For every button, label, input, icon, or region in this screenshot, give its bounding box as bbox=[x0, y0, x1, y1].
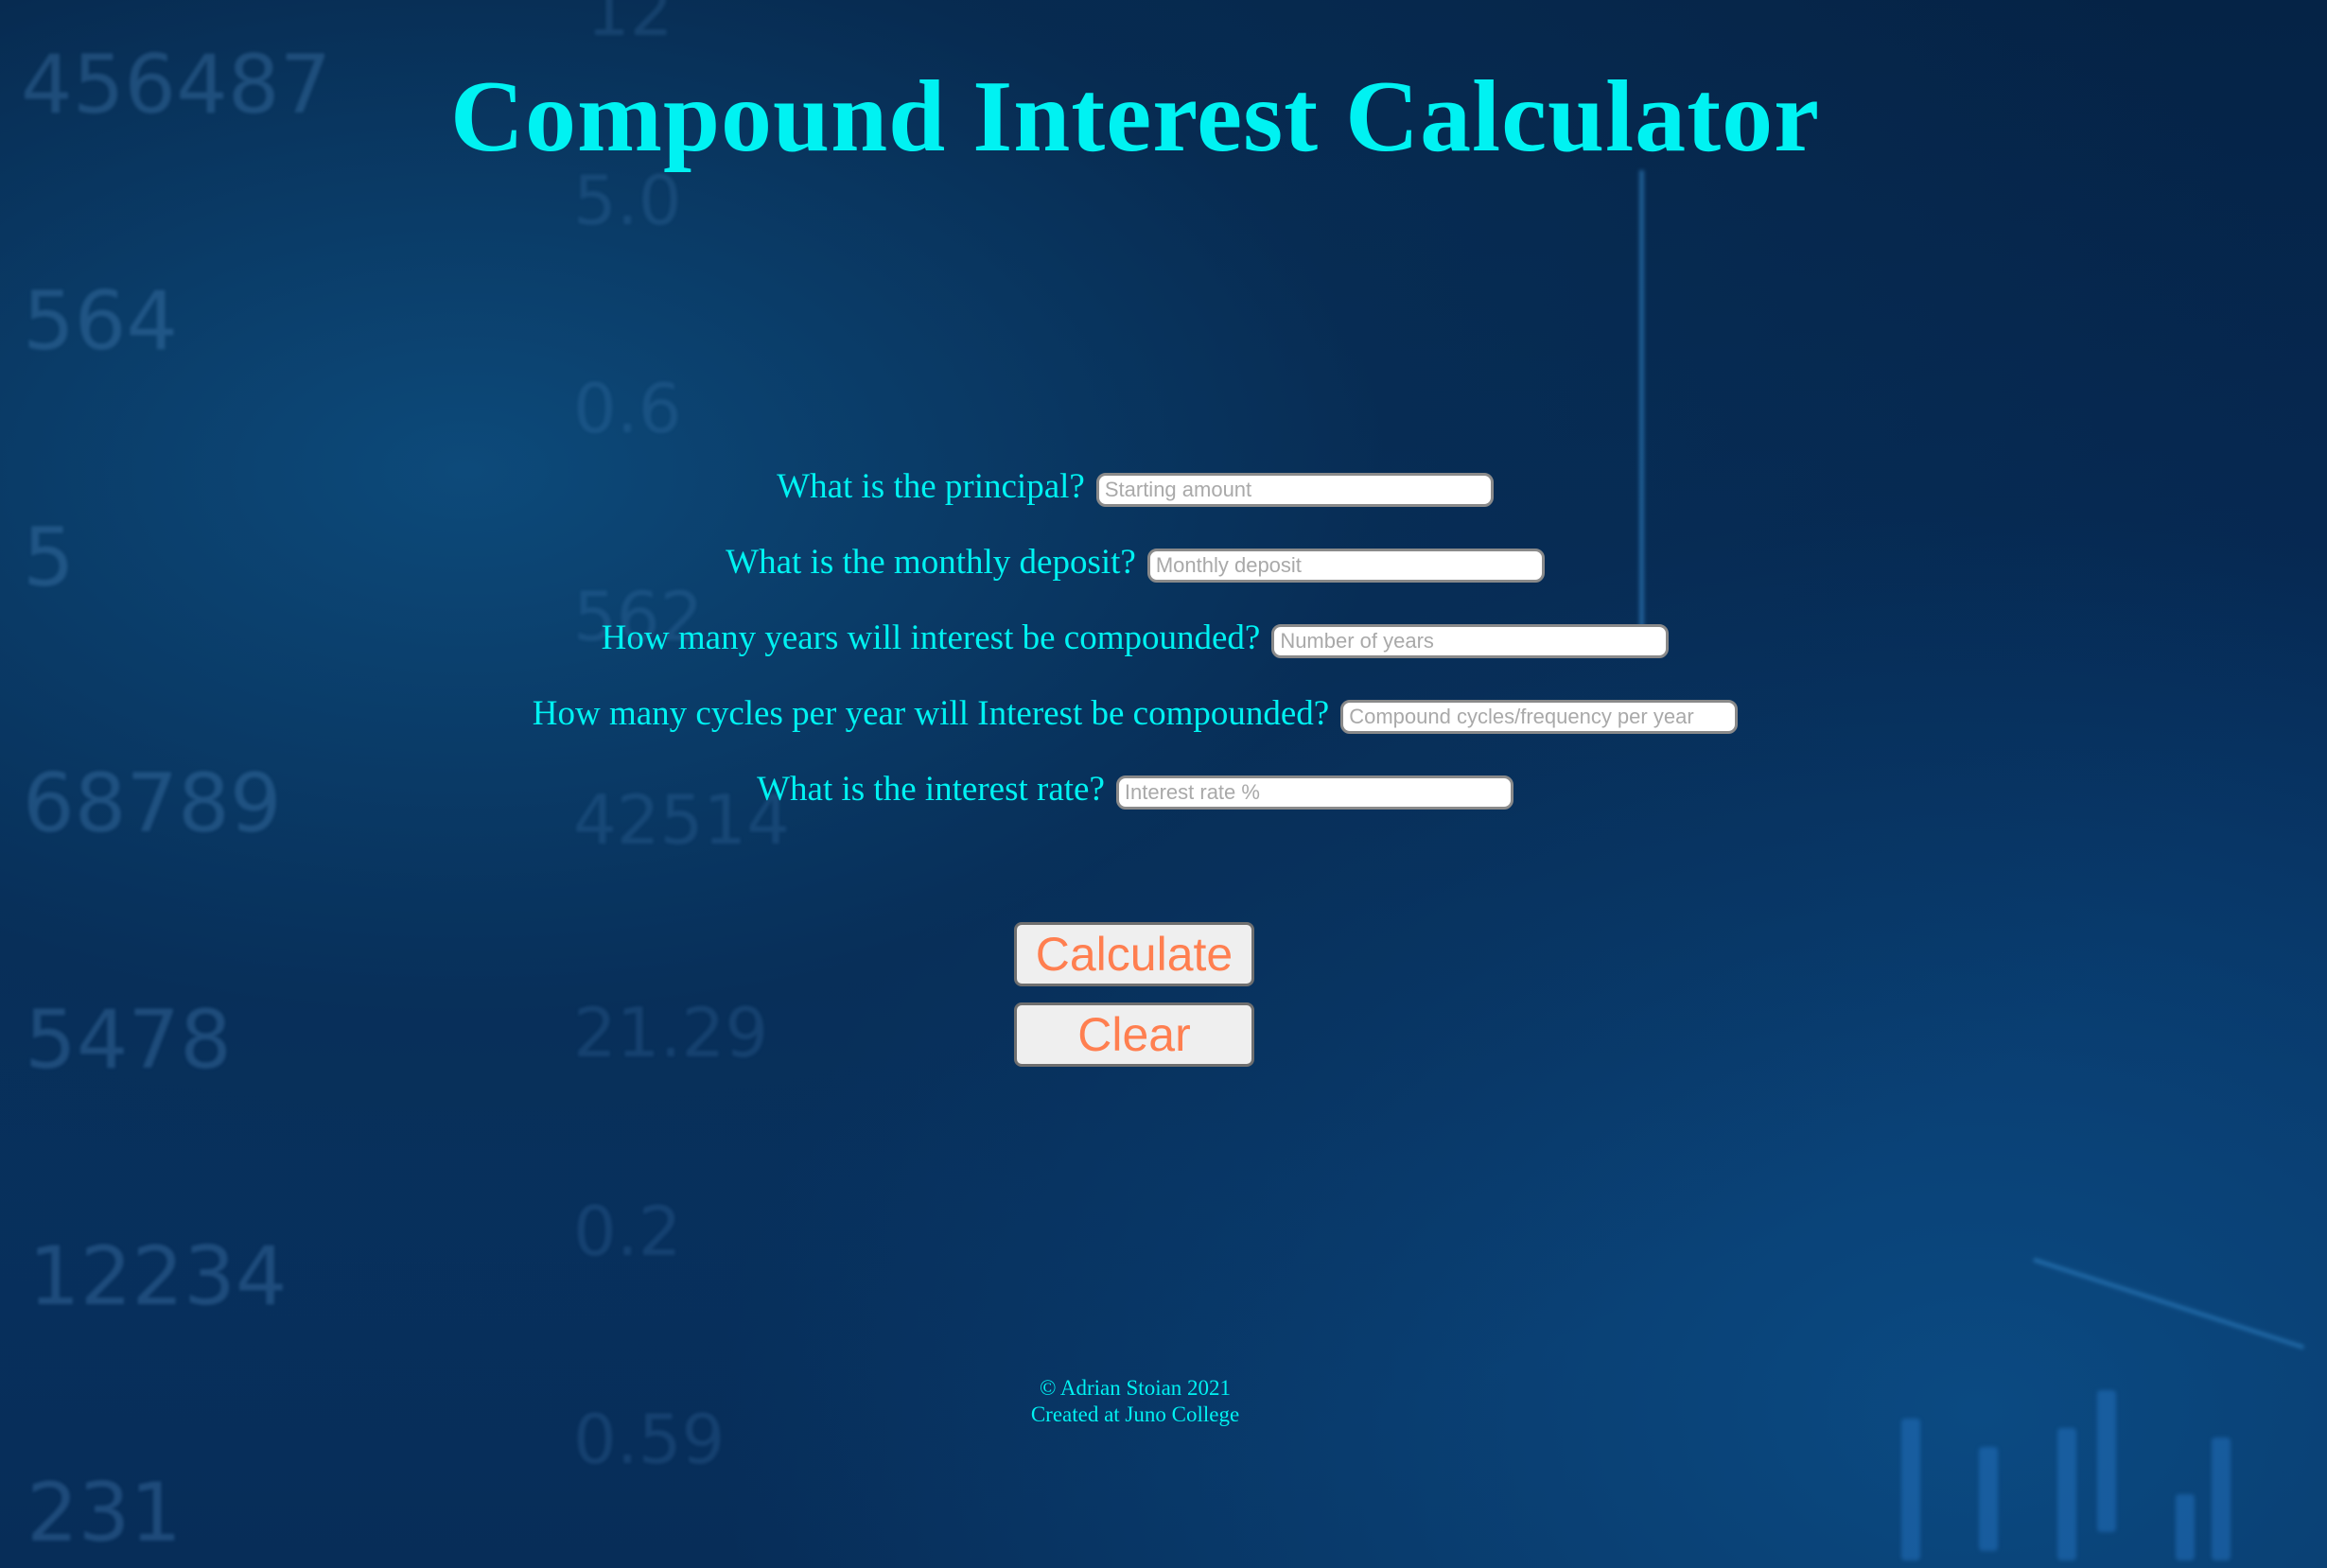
monthly-deposit-input[interactable] bbox=[1146, 549, 1545, 583]
page-title: Compound Interest Calculator bbox=[449, 61, 1821, 173]
background-number: 21.29 bbox=[573, 993, 769, 1072]
background-number: 0.6 bbox=[573, 369, 682, 448]
footer: © Adrian Stoian 2021 Created at Juno Col… bbox=[0, 1375, 2270, 1428]
background-number: 5478 bbox=[25, 993, 232, 1088]
years-input[interactable] bbox=[1271, 624, 1670, 658]
footer-credit: Created at Juno College bbox=[1030, 1402, 1240, 1426]
candlestick-decoration bbox=[1979, 1447, 1998, 1551]
principal-row: What is the principal? bbox=[0, 452, 2270, 528]
candlestick-decoration bbox=[2212, 1437, 2231, 1560]
interest-rate-input[interactable] bbox=[1115, 775, 1513, 810]
principal-label: What is the principal? bbox=[777, 466, 1085, 506]
compound-cycles-label: How many cycles per year will Interest b… bbox=[532, 693, 1330, 733]
candlestick-decoration bbox=[2176, 1494, 2195, 1560]
background-number: 12 bbox=[586, 0, 674, 51]
years-row: How many years will interest be compound… bbox=[0, 603, 2270, 679]
calculate-button[interactable]: Calculate bbox=[1014, 922, 1254, 986]
interest-rate-row: What is the interest rate? bbox=[0, 755, 2270, 830]
background-number: 0.2 bbox=[573, 1192, 682, 1271]
compound-cycles-row: How many cycles per year will Interest b… bbox=[0, 679, 2270, 755]
footer-copyright: © Adrian Stoian 2021 bbox=[1039, 1376, 1232, 1400]
monthly-deposit-row: What is the monthly deposit? bbox=[0, 528, 2270, 603]
background-number: 564 bbox=[23, 274, 179, 369]
compound-cycles-input[interactable] bbox=[1340, 700, 1739, 734]
candlestick-decoration bbox=[2057, 1428, 2076, 1560]
principal-input[interactable] bbox=[1095, 473, 1494, 507]
calculator-form: What is the principal? What is the month… bbox=[0, 452, 2270, 830]
candlestick-decoration bbox=[1901, 1419, 1920, 1560]
background-number: 231 bbox=[26, 1466, 183, 1560]
background-number: 12234 bbox=[28, 1229, 288, 1324]
interest-rate-label: What is the interest rate? bbox=[757, 769, 1105, 809]
years-label: How many years will interest be compound… bbox=[601, 618, 1261, 657]
monthly-deposit-label: What is the monthly deposit? bbox=[726, 542, 1136, 582]
action-buttons: Calculate Clear bbox=[1014, 922, 1254, 1083]
chart-line-decoration bbox=[2033, 1258, 2304, 1350]
clear-button[interactable]: Clear bbox=[1014, 1002, 1254, 1067]
